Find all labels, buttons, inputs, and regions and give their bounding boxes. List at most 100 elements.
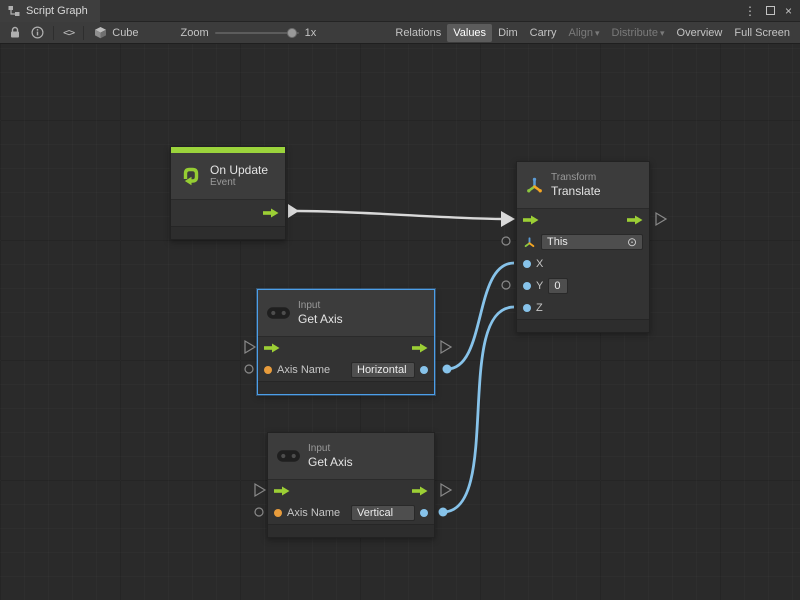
overview-button[interactable]: Overview [671,24,729,42]
port-dot-z[interactable] [523,304,531,312]
port-row-trigger [171,200,285,226]
port-label-y: Y [536,280,543,292]
values-button[interactable]: Values [447,24,492,42]
port-circle-getaxis1-name[interactable] [245,365,253,373]
node-title: Translate [551,184,601,198]
on-update-icon [179,164,203,188]
node-ports [171,199,285,226]
distribute-dropdown[interactable]: Distribute▾ [606,24,671,42]
wire-control-start-arrow [288,204,299,218]
port-dot-vertical-output[interactable] [439,508,448,517]
flow-in-arrow-icon[interactable] [523,215,539,225]
port-dot-result[interactable] [420,366,428,374]
this-object-field[interactable]: This ⊙ [541,234,643,250]
port-row-z: Z [517,297,649,319]
axis-name-label: Axis Name [277,364,330,376]
transform-icon [525,176,544,195]
zoom-slider[interactable] [215,32,299,34]
chevron-down-icon: ▾ [595,28,600,38]
maximize-button[interactable] [766,6,775,15]
zoom-slider-handle[interactable] [287,28,297,38]
wire-control-flow[interactable] [297,211,502,219]
wire-vertical-to-z[interactable] [443,307,514,512]
port-row-control [268,480,434,502]
target-label: Cube [112,27,138,39]
toolbar-separator [83,26,84,40]
fullscreen-button[interactable]: Full Screen [728,24,796,42]
node-footer [268,524,434,537]
object-picker-icon[interactable]: ⊙ [627,236,637,248]
zoom-control: Zoom 1x [181,27,317,39]
y-value-field[interactable]: 0 [548,278,568,294]
axis-name-field[interactable]: Vertical [351,505,415,521]
node-header: On Update Event [171,153,285,199]
port-label-z: Z [536,302,543,314]
port-dot-axis-name[interactable] [264,366,272,374]
this-field-value: This [547,236,568,248]
port-circle-translate-y[interactable] [502,281,510,289]
node-get-axis-vertical[interactable]: Input Get Axis Axis Name Ver [267,432,435,538]
csharp-preview-button[interactable]: <> [58,23,79,43]
node-header: Input Get Axis [258,290,434,336]
node-category: Input [298,300,343,312]
port-triangle-getaxis1-out[interactable] [441,341,451,353]
axis-name-label: Axis Name [287,507,340,519]
port-dot-result[interactable] [420,509,428,517]
script-graph-icon [8,5,20,17]
port-row-this: This ⊙ [517,231,649,253]
node-translate[interactable]: Transform Translate [516,161,650,333]
node-ports: This ⊙ X Y 0 Z [517,208,649,319]
align-dropdown[interactable]: Align▾ [563,24,606,42]
port-triangle-translate-out[interactable] [656,213,666,225]
graph-target[interactable]: Cube [88,26,144,39]
tab-script-graph[interactable]: Script Graph [0,0,100,22]
flow-out-arrow-icon[interactable] [412,343,428,353]
close-button[interactable]: × [785,0,792,22]
inspect-button[interactable] [26,23,49,43]
port-circle-translate-this[interactable] [502,237,510,245]
node-get-axis-horizontal[interactable]: Input Get Axis Axis Name Hor [257,289,435,395]
zoom-value: 1x [305,27,317,39]
carry-button[interactable]: Carry [524,24,563,42]
window-menu-button[interactable]: ⋮ [744,0,756,22]
port-dot-axis-name[interactable] [274,509,282,517]
port-dot-x[interactable] [523,260,531,268]
flow-in-arrow-icon[interactable] [274,486,290,496]
axis-name-field[interactable]: Horizontal [351,362,415,378]
node-on-update[interactable]: On Update Event [170,146,286,240]
tab-title: Script Graph [26,5,88,17]
flow-out-arrow-icon[interactable] [627,215,643,225]
flow-in-arrow-icon[interactable] [264,343,280,353]
dim-button[interactable]: Dim [492,24,524,42]
flow-out-arrow-icon[interactable] [263,208,279,218]
info-icon [31,26,44,39]
toolbar-separator [53,26,54,40]
zoom-label: Zoom [181,27,209,39]
node-title: Get Axis [298,312,343,326]
port-row-x: X [517,253,649,275]
node-title: Get Axis [308,455,353,469]
lock-icon [9,26,21,39]
wire-horizontal-to-x[interactable] [447,263,514,369]
node-ports: Axis Name Vertical [268,479,434,524]
port-triangle-getaxis2-in[interactable] [255,484,265,496]
flow-out-arrow-icon[interactable] [412,486,428,496]
graph-canvas[interactable]: On Update Event [0,44,800,600]
port-row-control [517,209,649,231]
wire-control-end-arrow [501,211,515,227]
node-category: Transform [551,172,601,184]
node-footer [258,381,434,394]
chevron-down-icon: ▾ [660,28,665,38]
node-ports: Axis Name Horizontal [258,336,434,381]
port-row-control [258,337,434,359]
port-dot-y[interactable] [523,282,531,290]
align-label: Align [569,27,593,39]
node-title: On Update [210,163,268,177]
port-triangle-getaxis1-in[interactable] [245,341,255,353]
window-controls: ⋮ × [744,0,800,22]
port-dot-horizontal-output[interactable] [443,365,452,374]
lock-button[interactable] [4,23,26,43]
port-triangle-getaxis2-out[interactable] [441,484,451,496]
port-circle-getaxis2-name[interactable] [255,508,263,516]
relations-button[interactable]: Relations [389,24,447,42]
